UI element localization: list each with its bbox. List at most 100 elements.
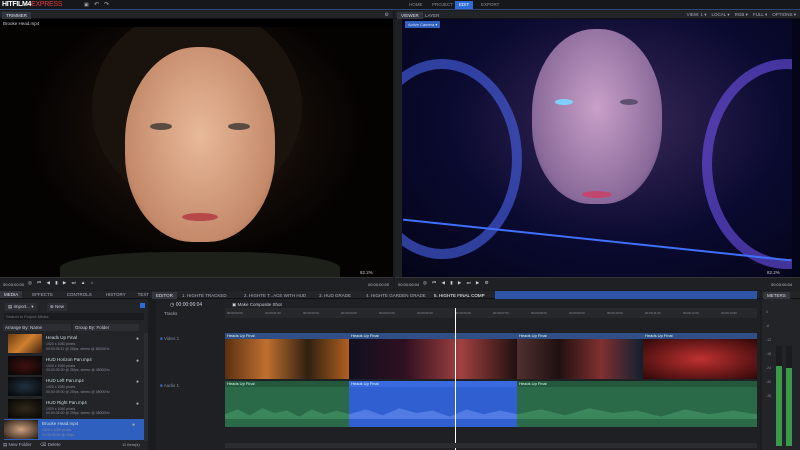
ruler-tick: 00:00:13:00 (721, 311, 737, 315)
tab-viewer[interactable]: VIEWER (397, 12, 423, 19)
delete-button[interactable]: ⌫ Delete (40, 442, 61, 448)
audio-track-header: ■ Audio 1 (160, 383, 179, 388)
playhead[interactable] (455, 308, 456, 450)
viewer-toolbar[interactable] (395, 19, 402, 277)
video-clip[interactable]: Heads Up Final (225, 333, 349, 379)
camera-dropdown[interactable]: Active Camera ▾ (405, 21, 441, 28)
media-item[interactable]: Brooke Head.mp4 1920 x 1080 pixels 00:00:… (4, 419, 144, 440)
trimmer-end-time: 00:00:00:00 (368, 282, 390, 287)
nav-project[interactable]: PROJECT (428, 1, 457, 9)
media-thumbnail (8, 334, 42, 353)
item-count: 11 Item(s) (122, 442, 140, 447)
top-bar: HITFILM4EXPRESS ▣ ↶ ↷ HOME PROJECT EDIT … (0, 0, 800, 10)
media-name: HUD Right Pan.mp4 (46, 399, 87, 405)
meter-tick: 0 (766, 310, 768, 314)
video-clip[interactable]: Heads Up Final (643, 333, 757, 379)
video-track: Heads Up Final Heads Up Final Heads Up Fin… (225, 333, 757, 379)
tab-meters[interactable]: METERS (763, 292, 790, 299)
import-button[interactable]: ▤ Import... ▾ (5, 303, 37, 311)
editor-tab[interactable]: EDITOR (152, 292, 177, 299)
viewer-transport: 00:00:06:04 ◎ ⏮ ◀ ▮ ▶ ⏭ ▶ ⚙ 82.2% 00:00:… (395, 270, 800, 290)
tab-layer[interactable]: LAYER (421, 12, 443, 19)
clip-label: Heads Up Final (517, 381, 757, 387)
media-item[interactable]: HUD Left Pan.mp4 1920 x 1080 pixels 00:00… (8, 376, 144, 397)
ruler-tick: 00:00:11:00 (645, 311, 661, 315)
editor-tab[interactable]: 1. HIGHTE TRACKED (178, 292, 231, 299)
meter-left (776, 346, 782, 446)
video-clip[interactable]: Heads Up Final (517, 333, 643, 379)
tab-trimmer[interactable]: TRIMMER (2, 12, 31, 19)
new-folder-button[interactable]: ▤ New Folder (3, 442, 32, 448)
group-dropdown[interactable]: Group By: Folder (73, 324, 139, 331)
nav-home[interactable]: HOME (405, 1, 427, 9)
audio-clip[interactable]: Heads Up Final (225, 381, 349, 427)
audio-track: Heads Up Final Heads Up Final Heads Up Fin… (225, 381, 757, 427)
editor-tab[interactable]: 2. HIGHTE T...ACE WITH HUD (240, 292, 310, 299)
options-dropdown[interactable]: OPTIONS ▾ (772, 12, 796, 18)
ruler-tick: 00:00:05:00 (417, 311, 433, 315)
editor-tab[interactable]: 5. HIGHTE FINAL COMP (430, 292, 489, 299)
save-icon[interactable]: ▣ (84, 2, 89, 8)
ruler-tick: 00:00:10:00 (607, 311, 623, 315)
viewer-video (402, 19, 792, 277)
viewer-transport-controls[interactable]: ◎ ⏮ ◀ ▮ ▶ ⏭ ▶ ⚙ (423, 280, 491, 286)
tab-controls[interactable]: CONTROLS (63, 291, 96, 298)
media-item[interactable]: HUD Horizon Pan.mp4 1920 x 1080 pixels 00… (8, 355, 144, 376)
audio-clip[interactable]: Heads Up Final (517, 381, 757, 427)
audio-clip[interactable]: Heads Up Final (349, 381, 517, 427)
media-name: HUD Left Pan.mp4 (46, 378, 84, 383)
nav-edit[interactable]: EDIT (455, 1, 474, 9)
media-options-icon[interactable]: ● (136, 336, 139, 342)
view-dropdown[interactable]: VIEW: 1 ▾ (687, 12, 707, 18)
list-view-button[interactable] (140, 303, 145, 308)
full-dropdown[interactable]: FULL ▾ (753, 12, 767, 18)
app-logo: HITFILM4EXPRESS (2, 1, 63, 8)
editor-tab[interactable]: 4. HIGHTE GARDEN GRADE (362, 292, 430, 299)
rgb-dropdown[interactable]: RGB ▾ (735, 12, 748, 18)
video-track-header: ■ Video 1 (160, 336, 180, 341)
media-search-input[interactable] (4, 313, 144, 320)
media-scrollbar[interactable] (144, 333, 148, 441)
ruler-tick: 00:00:08:00 (531, 311, 547, 315)
redo-icon[interactable]: ↷ (104, 1, 109, 8)
trimmer-zoom[interactable]: 82.2% (360, 270, 373, 275)
media-thumbnail (4, 420, 38, 439)
meter-tick: -36 (766, 394, 772, 398)
tab-history[interactable]: HISTORY (102, 291, 130, 298)
editor-tools[interactable] (150, 299, 156, 450)
new-button[interactable]: ⊕ New (47, 303, 68, 311)
transport-controls[interactable]: ◎ ⏮ ◀ ▮ ▶ ⏭ ▲ ⌂ (28, 280, 95, 286)
ruler-tick: 00:00:04:00 (379, 311, 395, 315)
ruler-tick: 00:00:03:00 (341, 311, 357, 315)
viewer-zoom[interactable]: 82.2% (767, 270, 780, 275)
media-item[interactable]: Heads Up Final 1920 x 1080 pixels 00:00:0… (8, 333, 144, 354)
media-options-icon[interactable]: ● (136, 401, 139, 407)
media-options-icon[interactable]: ● (132, 422, 135, 428)
speaker-icon: ■ (160, 383, 163, 388)
meter-tick: -18 (766, 352, 772, 356)
media-thumbnail (8, 377, 42, 396)
nav-export[interactable]: EXPORT (477, 1, 503, 9)
ruler-tick: 00:00:09:00 (569, 311, 585, 315)
tracks-label: Tracks (164, 311, 178, 316)
timeline-ruler[interactable]: 00:00:00:00 00:00:01:00 00:00:02:00 00:00:0… (225, 308, 757, 318)
media-options-icon[interactable]: ● (136, 379, 139, 385)
local-dropdown[interactable]: LOCAL ▾ (712, 12, 730, 18)
media-item[interactable]: HUD Right Pan.mp4 1920 x 1080 pixels 00:0… (8, 398, 144, 419)
tab-media[interactable]: MEDIA (0, 291, 23, 298)
video-clip[interactable]: Heads Up Final (349, 333, 517, 379)
ruler-tick: 00:00:02:00 (303, 311, 319, 315)
editor-panel: EDITOR 1. HIGHTE TRACKED 2. HIGHTE T...ACE… (150, 291, 760, 450)
panel-menu-icon[interactable]: ⚙ (385, 12, 389, 18)
timeline-scrollbar[interactable] (225, 443, 757, 448)
undo-icon[interactable]: ↶ (94, 1, 99, 8)
tab-effects[interactable]: EFFECTS (28, 291, 57, 298)
arrange-dropdown[interactable]: Arrange By: Name (3, 324, 71, 331)
media-name: Brooke Head.mp4 (42, 421, 79, 426)
viewer-timecode: 00:00:06:04 (398, 282, 420, 287)
active-tab-fill (495, 291, 757, 299)
media-name: HUD Horizon Pan.mp4 (46, 356, 92, 362)
media-options-icon[interactable]: ● (136, 358, 139, 364)
media-thumbnail (8, 398, 42, 418)
editor-tab[interactable]: 3. HUD GRADE (315, 292, 355, 299)
